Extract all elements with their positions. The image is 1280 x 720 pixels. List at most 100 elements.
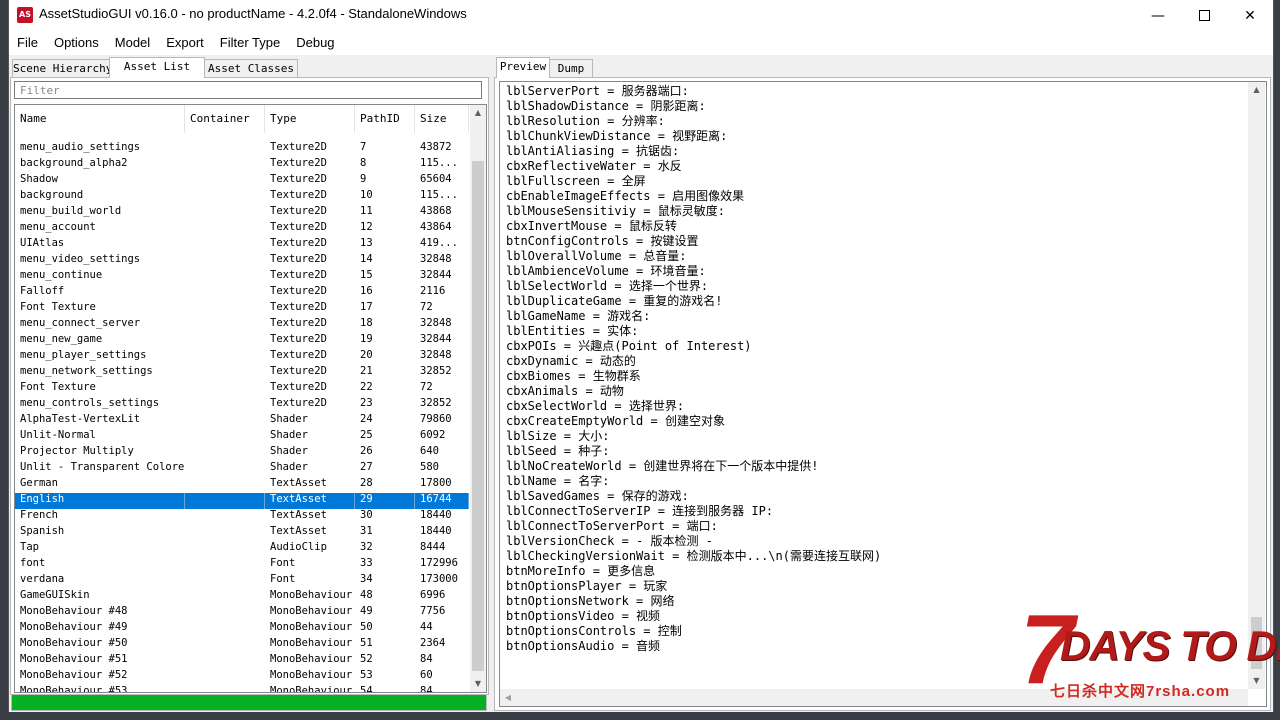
scrollbar-thumb[interactable] (472, 161, 484, 671)
table-row[interactable]: Spanish TextAsset 31 18440 (15, 525, 469, 541)
table-row[interactable]: German TextAsset 28 17800 (15, 477, 469, 493)
table-row[interactable]: French TextAsset 30 18440 (15, 509, 469, 525)
table-row[interactable]: AlphaTest-VertexLit Shader 24 79860 (15, 413, 469, 429)
asset-type-cell: Texture2D (270, 301, 327, 313)
asset-container-cell (185, 525, 265, 541)
table-row[interactable]: Falloff Texture2D 16 2116 (15, 285, 469, 301)
table-row[interactable]: Projector Multiply Shader 26 640 (15, 445, 469, 461)
table-row[interactable]: MonoBehaviour #49 MonoBehaviour 50 44 (15, 621, 469, 637)
chevron-down-icon[interactable]: ▼ (1248, 673, 1265, 689)
title-bar[interactable]: AS AssetStudioGUI v0.16.0 - no productNa… (9, 0, 1273, 31)
asset-list-scrollbar[interactable]: ▲ ▼ (470, 105, 486, 692)
table-row[interactable]: menu_continue Texture2D 15 32844 (15, 269, 469, 285)
asset-pathid-cell: 24 (360, 413, 373, 425)
table-row[interactable]: Font Texture Texture2D 17 72 (15, 301, 469, 317)
table-row[interactable]: background_alpha2 Texture2D 8 115... (15, 157, 469, 173)
asset-name-cell: menu_build_world (20, 205, 122, 217)
menu-file[interactable]: File (9, 31, 46, 55)
minimize-button[interactable]: — (1135, 0, 1181, 31)
table-row[interactable]: verdana Font 34 173000 (15, 573, 469, 589)
asset-type-cell: Shader (270, 445, 308, 457)
asset-pathid-cell: 25 (360, 429, 373, 441)
preview-line: lblAmbienceVolume = 环境音量: (506, 264, 706, 278)
filter-input[interactable]: Filter (14, 81, 482, 99)
column-header-name[interactable]: Name (15, 105, 185, 133)
asset-name-cell: English (15, 493, 185, 509)
chevron-down-icon[interactable]: ▼ (470, 676, 486, 692)
column-header-size[interactable]: Size (415, 105, 469, 133)
table-row[interactable]: menu_connect_server Texture2D 18 32848 (15, 317, 469, 333)
preview-line: cbEnableImageEffects = 启用图像效果 (506, 189, 745, 203)
asset-container-cell (185, 637, 265, 653)
table-row[interactable]: English TextAsset 29 16744 (15, 493, 469, 509)
table-row[interactable]: Shadow Texture2D 9 65604 (15, 173, 469, 189)
close-button[interactable]: ✕ (1227, 0, 1273, 31)
preview-lines: lblServerPort = 服务器端口: lblShadowDistance … (506, 84, 1246, 654)
preview-line: btnConfigControls = 按键设置 (506, 234, 699, 248)
tab-asset-classes[interactable]: Asset Classes (204, 59, 298, 77)
table-row[interactable]: menu_audio_settings Texture2D 7 43872 (15, 141, 469, 157)
chevron-up-icon[interactable]: ▲ (1248, 82, 1265, 98)
asset-name-cell: menu_network_settings (20, 365, 153, 377)
asset-container-cell (185, 461, 265, 477)
menu-bar: File Options Model Export Filter Type De… (9, 31, 1273, 55)
asset-pathid-cell: 34 (360, 573, 373, 585)
asset-size-cell: 2364 (420, 637, 446, 649)
table-row[interactable]: menu_video_settings Texture2D 14 32848 (15, 253, 469, 269)
app-icon: AS (17, 7, 33, 23)
table-row[interactable]: menu_account Texture2D 12 43864 (15, 221, 469, 237)
maximize-button[interactable] (1181, 0, 1227, 31)
table-row[interactable]: GameGUISkin MonoBehaviour 48 6996 (15, 589, 469, 605)
table-row[interactable]: menu_player_settings Texture2D 20 32848 (15, 349, 469, 365)
table-row[interactable]: MonoBehaviour #48 MonoBehaviour 49 7756 (15, 605, 469, 621)
table-row[interactable]: MonoBehaviour #52 MonoBehaviour 53 60 (15, 669, 469, 685)
tab-asset-list[interactable]: Asset List (109, 57, 205, 78)
table-row[interactable]: menu_new_game Texture2D 19 32844 (15, 333, 469, 349)
chevron-left-icon[interactable]: ◀ (500, 689, 516, 706)
column-header-type[interactable]: Type (265, 105, 355, 133)
preview-horizontal-scrollbar[interactable]: ◀ (500, 689, 1248, 706)
table-row[interactable]: Unlit-Normal Shader 25 6092 (15, 429, 469, 445)
asset-size-cell: 32848 (420, 349, 452, 361)
table-row[interactable]: Font Texture Texture2D 22 72 (15, 381, 469, 397)
table-row[interactable]: UIAtlas Texture2D 13 419... (15, 237, 469, 253)
preview-scrollbar-thumb[interactable] (1251, 617, 1262, 669)
preview-textbox[interactable]: lblServerPort = 服务器端口: lblShadowDistance … (499, 81, 1267, 707)
preview-panel: Preview Dump lblServerPort = 服务器端口: lblSh… (494, 57, 1273, 712)
menu-debug[interactable]: Debug (288, 31, 342, 55)
asset-pathid-cell: 22 (360, 381, 373, 393)
chevron-up-icon[interactable]: ▲ (470, 105, 486, 121)
asset-rows: menu_audio_settings Texture2D 7 43872 backgr… (15, 141, 469, 692)
table-row[interactable]: background Texture2D 10 115... (15, 189, 469, 205)
table-row[interactable]: menu_controls_settings Texture2D 23 32852 (15, 397, 469, 413)
asset-pathid-cell: 21 (360, 365, 373, 377)
table-row[interactable]: Unlit - Transparent Colored Shader 27 580 (15, 461, 469, 477)
table-row[interactable]: MonoBehaviour #53 MonoBehaviour 54 84 (15, 685, 469, 692)
preview-line: btnOptionsNetwork = 网络 (506, 594, 675, 608)
menu-filter-type[interactable]: Filter Type (212, 31, 288, 55)
preview-vertical-scrollbar[interactable]: ▲ ▼ (1248, 82, 1265, 689)
asset-container-cell (185, 429, 265, 445)
asset-size-cell: 419... (420, 237, 458, 249)
asset-size-cell: 7756 (420, 605, 446, 617)
column-header-pathid[interactable]: PathID (355, 105, 415, 133)
column-header-container[interactable]: Container (185, 105, 265, 133)
table-row[interactable]: menu_network_settings Texture2D 21 32852 (15, 365, 469, 381)
asset-name-cell: Font Texture (20, 381, 96, 393)
menu-options[interactable]: Options (46, 31, 107, 55)
menu-export[interactable]: Export (158, 31, 212, 55)
tab-preview[interactable]: Preview (496, 57, 550, 78)
asset-list[interactable]: Name Container Type PathID Size menu_aud… (14, 104, 487, 693)
tab-scene-hierarchy[interactable]: Scene Hierarchy (12, 59, 112, 77)
tab-dump[interactable]: Dump (549, 59, 593, 77)
asset-name-cell: UIAtlas (20, 237, 65, 249)
asset-name-cell: Tap (20, 541, 39, 553)
menu-model[interactable]: Model (107, 31, 158, 55)
table-row[interactable]: Tap AudioClip 32 8444 (15, 541, 469, 557)
table-row[interactable]: MonoBehaviour #50 MonoBehaviour 51 2364 (15, 637, 469, 653)
asset-type-cell: Texture2D (270, 365, 327, 377)
preview-line: lblGameName = 游戏名: (506, 309, 651, 323)
table-row[interactable]: font Font 33 172996 (15, 557, 469, 573)
table-row[interactable]: MonoBehaviour #51 MonoBehaviour 52 84 (15, 653, 469, 669)
table-row[interactable]: menu_build_world Texture2D 11 43868 (15, 205, 469, 221)
